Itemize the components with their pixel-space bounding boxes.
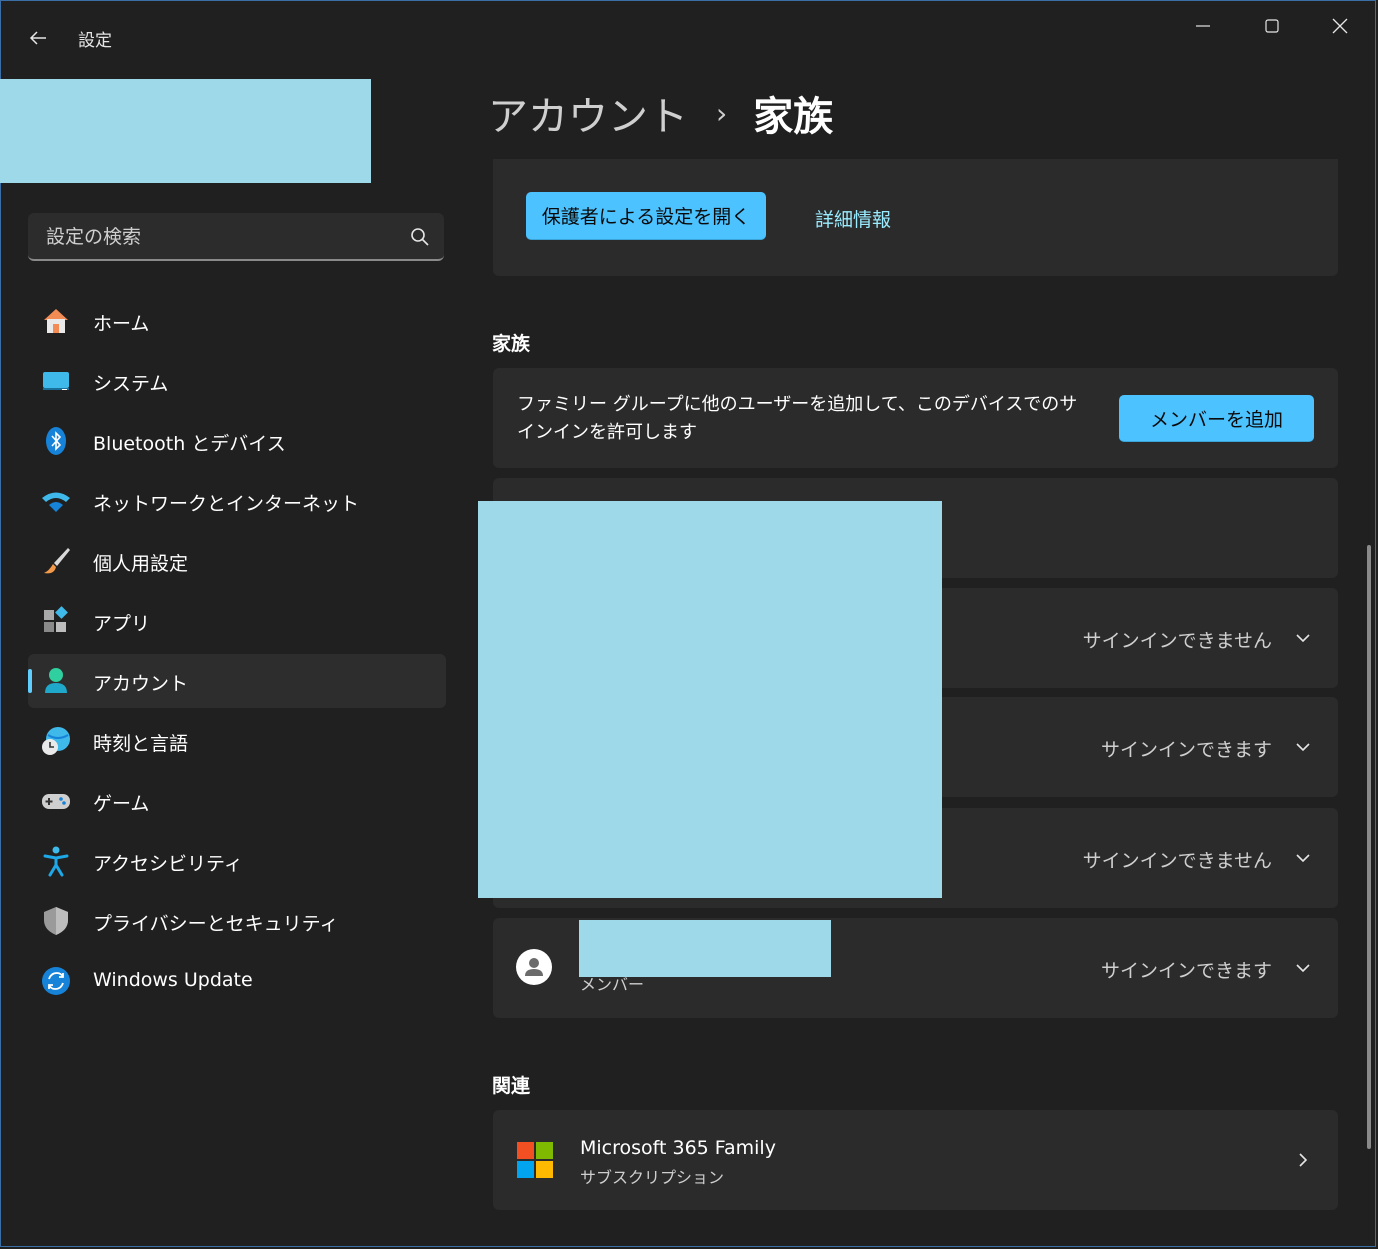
app-title: 設定 — [78, 31, 112, 51]
sidebar-item-time-language[interactable]: 時刻と言語 — [28, 714, 446, 768]
sidebar-item-label: プライバシーとセキュリティ — [93, 913, 339, 935]
sidebar-item-label: Windows Update — [93, 969, 253, 991]
redacted-profile — [0, 79, 371, 183]
parental-controls-card: 保護者による設定を開く 詳細情報 — [493, 159, 1338, 276]
vertical-scrollbar[interactable] — [1367, 545, 1371, 1149]
title-bar: 設定 — [0, 0, 1378, 72]
related-item-subtitle: サブスクリプション — [580, 1168, 725, 1187]
sidebar-item-label: アクセシビリティ — [93, 853, 243, 875]
sidebar-item-label: ゲーム — [93, 793, 150, 815]
sidebar-item-label: ネットワークとインターネット — [93, 493, 360, 515]
shield-icon — [44, 907, 68, 935]
back-button[interactable] — [20, 20, 56, 56]
search-input[interactable] — [44, 213, 398, 261]
sidebar-item-label: Bluetooth とデバイス — [93, 433, 286, 455]
signin-status: サインインできます — [1100, 960, 1272, 982]
add-member-card: ファミリー グループに他のユーザーを追加して、このデバイスでのサインインを許可し… — [493, 368, 1338, 468]
system-icon — [43, 372, 69, 390]
breadcrumb-separator: › — [716, 96, 728, 130]
related-section-title: 関連 — [492, 1075, 531, 1097]
sidebar-item-home[interactable]: ホーム — [28, 294, 446, 348]
page-title: 家族 — [753, 94, 834, 140]
sidebar-item-privacy-security[interactable]: プライバシーとセキュリティ — [28, 894, 446, 948]
selection-indicator — [28, 669, 32, 693]
sidebar-item-system[interactable]: システム — [28, 354, 446, 408]
settings-search-box[interactable] — [28, 213, 444, 261]
gamepad-icon — [42, 794, 70, 809]
sidebar-item-label: 時刻と言語 — [93, 733, 189, 755]
sidebar-item-accounts[interactable]: アカウント — [28, 654, 446, 708]
sidebar-item-windows-update[interactable]: Windows Update — [28, 954, 446, 1008]
sidebar-item-personalization[interactable]: 個人用設定 — [28, 534, 446, 588]
bluetooth-icon — [46, 427, 66, 455]
search-icon[interactable] — [410, 227, 430, 247]
sidebar-item-label: システム — [93, 373, 169, 395]
brush-icon — [44, 548, 70, 574]
signin-status: サインインできます — [1100, 739, 1272, 761]
family-section-title: 家族 — [492, 333, 531, 355]
open-parental-settings-button[interactable]: 保護者による設定を開く — [526, 192, 766, 240]
update-icon — [42, 967, 70, 995]
sidebar-item-accessibility[interactable]: アクセシビリティ — [28, 834, 446, 888]
microsoft-logo-icon — [517, 1142, 553, 1178]
back-arrow-icon — [29, 31, 46, 45]
avatar-icon — [516, 949, 552, 985]
signin-status: サインインできません — [1082, 850, 1272, 872]
redacted-member-details — [478, 501, 942, 898]
related-item-title: Microsoft 365 Family — [580, 1137, 776, 1159]
sidebar-item-bluetooth[interactable]: Bluetooth とデバイス — [28, 414, 446, 468]
sidebar-item-gaming[interactable]: ゲーム — [28, 774, 446, 828]
chevron-down-icon[interactable] — [1294, 959, 1312, 977]
chevron-right-icon[interactable] — [1294, 1151, 1312, 1169]
accessibility-icon — [43, 846, 69, 877]
close-button[interactable] — [1310, 6, 1370, 46]
wifi-icon — [42, 492, 70, 512]
home-icon — [44, 309, 68, 333]
sidebar-item-label: アカウント — [93, 673, 189, 695]
minimize-icon — [1196, 25, 1210, 27]
apps-icon — [44, 606, 68, 632]
more-info-link[interactable]: 詳細情報 — [815, 205, 891, 232]
microsoft-365-family-card[interactable]: Microsoft 365 Family サブスクリプション — [493, 1110, 1338, 1210]
sidebar-item-label: ホーム — [93, 313, 150, 335]
chevron-down-icon[interactable] — [1294, 849, 1312, 867]
redacted-member-name — [579, 920, 831, 977]
sidebar-item-apps[interactable]: アプリ — [28, 594, 446, 648]
sidebar-nav: ホーム システム Bluetooth とデバイス ネットワークとインターネット … — [28, 294, 446, 1014]
chevron-down-icon[interactable] — [1294, 738, 1312, 756]
add-member-description: ファミリー グループに他のユーザーを追加して、このデバイスでのサインインを許可し… — [517, 394, 1078, 443]
minimize-button[interactable] — [1173, 6, 1233, 46]
breadcrumb: アカウント › 家族 — [488, 84, 833, 142]
breadcrumb-parent[interactable]: アカウント — [488, 84, 688, 142]
maximize-button[interactable] — [1242, 6, 1302, 46]
account-icon — [45, 668, 67, 693]
maximize-icon — [1265, 19, 1279, 33]
globe-clock-icon — [42, 727, 70, 755]
close-icon — [1332, 18, 1348, 34]
sidebar-item-label: アプリ — [93, 613, 151, 635]
chevron-down-icon[interactable] — [1294, 629, 1312, 647]
signin-status: サインインできません — [1082, 630, 1272, 652]
add-member-button[interactable]: メンバーを追加 — [1119, 395, 1314, 442]
sidebar-item-network[interactable]: ネットワークとインターネット — [28, 474, 446, 528]
sidebar-item-label: 個人用設定 — [93, 553, 189, 575]
